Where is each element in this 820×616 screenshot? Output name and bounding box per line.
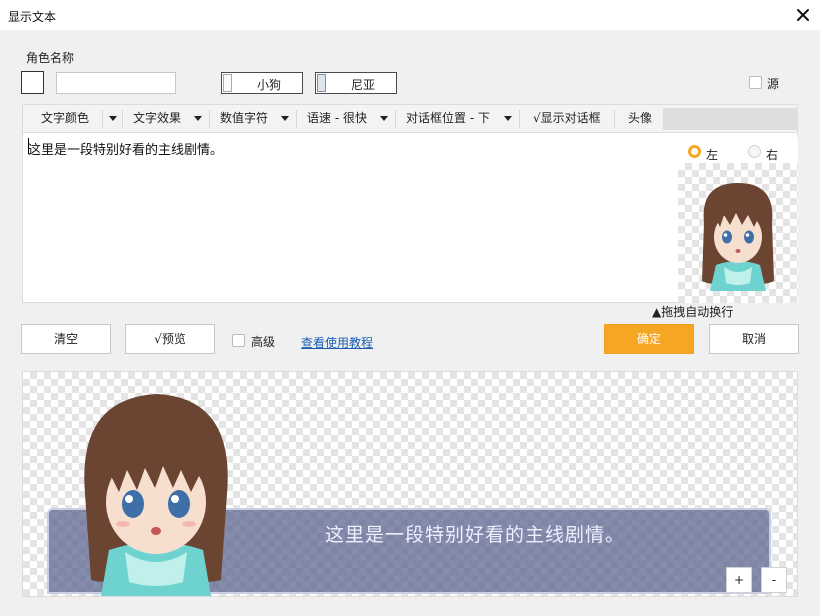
toolbar-separator <box>102 110 103 128</box>
character-button-xiaogou[interactable]: 小狗 <box>221 72 303 94</box>
value-char-dropdown-icon[interactable] <box>281 116 289 121</box>
source-label: 源 <box>767 77 780 91</box>
cancel-button[interactable]: 取消 <box>709 324 799 354</box>
character-label: 尼亚 <box>350 78 375 92</box>
role-color-swatch[interactable] <box>21 71 44 94</box>
preview-button[interactable]: √预览 <box>125 324 215 354</box>
role-name-input[interactable] <box>56 72 176 94</box>
character-avatar-image <box>702 183 774 291</box>
dialog-position-button[interactable]: 对话框位置 - 下 <box>406 105 490 132</box>
close-icon <box>797 9 809 21</box>
clear-button[interactable]: 清空 <box>21 324 111 354</box>
preview-dialog-text: 这里是一段特别好看的主线剧情。 <box>325 524 626 546</box>
speed-button[interactable]: 语速 - 很快 <box>307 105 367 132</box>
avatar-button[interactable]: 头像 <box>628 105 652 132</box>
tutorial-link[interactable]: 查看使用教程 <box>301 334 373 351</box>
toolbar-separator <box>519 110 520 128</box>
character-button-niya[interactable]: 尼亚 <box>315 72 397 94</box>
advanced-label: 高级 <box>251 335 276 349</box>
zoom-out-button[interactable]: - <box>761 567 787 593</box>
avatar-left-label: 左 <box>706 148 719 162</box>
show-dialog-button[interactable]: √显示对话框 <box>533 105 601 132</box>
avatar-left-radio[interactable] <box>688 145 701 158</box>
toolbar-separator <box>614 110 615 128</box>
character-label: 小狗 <box>256 78 281 92</box>
text-effect-dropdown-icon[interactable] <box>194 116 202 121</box>
role-name-label: 角色名称 <box>26 51 75 65</box>
speed-dropdown-icon[interactable] <box>380 116 388 121</box>
avatar-right-radio[interactable] <box>748 145 761 158</box>
advanced-checkbox[interactable] <box>232 334 245 347</box>
zoom-in-button[interactable]: + <box>726 567 752 593</box>
value-char-button[interactable]: 数值字符 <box>220 105 268 132</box>
toolbar-separator <box>395 110 396 128</box>
toolbar-scrollbar[interactable] <box>663 108 797 130</box>
avatar-right-label: 右 <box>766 148 779 162</box>
text-effect-button[interactable]: 文字效果 <box>133 105 181 132</box>
format-toolbar: 文字颜色 文字效果 数值字符 语速 - 很快 对话框位置 - 下 √显示对话框 … <box>22 104 798 132</box>
window-title: 显示文本 <box>8 10 57 24</box>
toolbar-separator <box>296 110 297 128</box>
character-handle <box>223 74 232 92</box>
avatar-canvas <box>678 163 798 303</box>
confirm-button[interactable]: 确定 <box>604 324 694 354</box>
toolbar-separator <box>209 110 210 128</box>
title-bar: 显示文本 <box>0 0 820 30</box>
dialog-position-dropdown-icon[interactable] <box>504 116 512 121</box>
avatar-panel: 左 右 <box>678 137 798 303</box>
text-color-dropdown-icon[interactable] <box>109 116 117 121</box>
toolbar-separator <box>122 110 123 128</box>
preview-character-image <box>84 394 228 596</box>
text-color-button[interactable]: 文字颜色 <box>41 105 89 132</box>
drag-wrap-hint: ▲拖拽自动换行 <box>652 305 734 319</box>
character-handle <box>317 74 326 92</box>
close-button[interactable] <box>792 4 814 26</box>
preview-canvas: 这里是一段特别好看的主线剧情。 + - <box>22 371 798 597</box>
editor-content[interactable]: 这里是一段特别好看的主线剧情。 <box>28 139 223 158</box>
source-checkbox[interactable] <box>749 76 762 89</box>
